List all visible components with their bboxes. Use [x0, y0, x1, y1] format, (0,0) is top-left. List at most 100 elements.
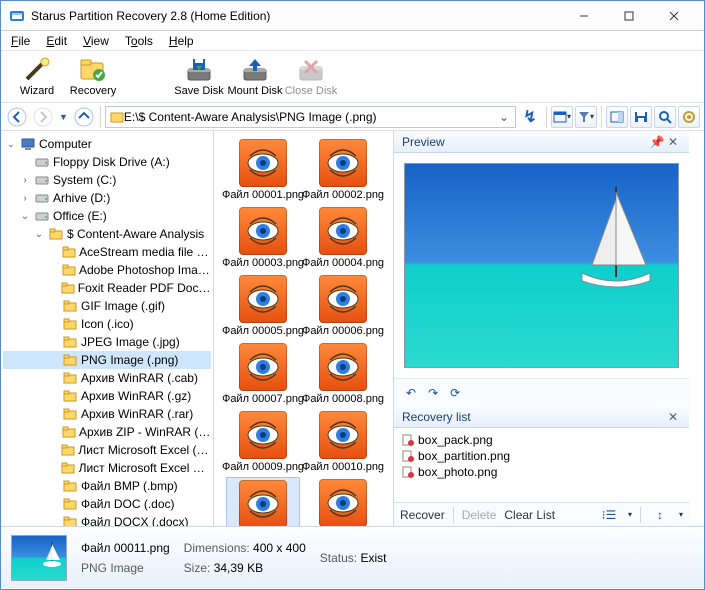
- recovery-list-items[interactable]: box_pack.pngbox_partition.pngbox_photo.p…: [394, 428, 689, 502]
- menu-file[interactable]: File: [5, 32, 36, 50]
- tree-item[interactable]: Архив WinRAR (.rar): [3, 405, 211, 423]
- mount-disk-button[interactable]: Mount Disk: [227, 53, 283, 101]
- address-input[interactable]: [124, 110, 497, 124]
- reset-icon[interactable]: ⟳: [450, 386, 460, 400]
- maximize-button[interactable]: [606, 2, 651, 30]
- refresh-button[interactable]: ↯: [518, 106, 542, 128]
- tree-label: Файл BMP (.bmp): [81, 479, 178, 493]
- panel-toggle-1[interactable]: [606, 106, 628, 128]
- save-disk-button[interactable]: Save Disk: [171, 53, 227, 101]
- tree-item[interactable]: Архив WinRAR (.cab): [3, 369, 211, 387]
- save-button[interactable]: [630, 106, 652, 128]
- folder-icon: [62, 479, 78, 493]
- chevron-down-icon[interactable]: ⌄: [497, 110, 511, 124]
- file-item[interactable]: Файл 00005.png: [226, 273, 300, 339]
- tree-label: Adobe Photoshop Image.1: [79, 263, 211, 277]
- pin-icon[interactable]: 📌: [649, 135, 665, 149]
- wizard-button[interactable]: Wizard: [9, 53, 65, 101]
- recovery-list-title: Recovery list: [402, 410, 471, 424]
- rotate-right-icon[interactable]: ↷: [428, 386, 438, 400]
- recovery-item[interactable]: box_partition.png: [402, 448, 681, 464]
- file-item[interactable]: Файл 00010.png: [306, 409, 380, 475]
- clear-list-button[interactable]: Clear List: [504, 508, 555, 522]
- tree-label: JPEG Image (.jpg): [81, 335, 180, 349]
- rotate-left-icon[interactable]: ↶: [406, 386, 416, 400]
- tree-item[interactable]: ›System (C:): [3, 171, 211, 189]
- recovery-button[interactable]: Recovery: [65, 53, 121, 101]
- menu-tools[interactable]: Tools: [119, 32, 159, 50]
- tree-item[interactable]: Архив WinRAR (.gz): [3, 387, 211, 405]
- tree-label: AceStream media file (.mp: [79, 245, 211, 259]
- file-item[interactable]: Файл 00007.png: [226, 341, 300, 407]
- filter-button[interactable]: ▾: [575, 106, 597, 128]
- file-item[interactable]: Файл 00003.png: [226, 205, 300, 271]
- tree-item[interactable]: Icon (.ico): [3, 315, 211, 333]
- file-icon: [402, 434, 414, 446]
- tree-item[interactable]: GIF Image (.gif): [3, 297, 211, 315]
- folder-icon: [110, 110, 124, 124]
- view-mode-button[interactable]: ▾: [551, 106, 573, 128]
- address-bar[interactable]: ⌄: [105, 106, 516, 128]
- recovery-item-label: box_photo.png: [418, 465, 497, 479]
- menu-edit[interactable]: Edit: [40, 32, 73, 50]
- tree-item[interactable]: Лист Microsoft Excel 97-20: [3, 459, 211, 477]
- file-label: Файл 00005.png: [222, 325, 304, 337]
- recover-button[interactable]: Recover: [400, 508, 445, 522]
- tree-item[interactable]: PNG Image (.png): [3, 351, 211, 369]
- search-button[interactable]: [654, 106, 676, 128]
- tree-item[interactable]: Foxit Reader PDF Documen: [3, 279, 211, 297]
- tree-item[interactable]: AceStream media file (.mp: [3, 243, 211, 261]
- tree-item[interactable]: ⌄$ Content-Aware Analysis: [3, 225, 211, 243]
- tree-item[interactable]: ⌄Computer: [3, 135, 211, 153]
- tree-item[interactable]: JPEG Image (.jpg): [3, 333, 211, 351]
- file-thumbnail: [319, 139, 367, 187]
- tree-item[interactable]: Файл DOCX (.docx): [3, 513, 211, 526]
- tree-label: Архив ZIP - WinRAR (.zip): [79, 425, 211, 439]
- sort-icon[interactable]: ↕: [649, 506, 671, 524]
- tree-toggle-icon[interactable]: ›: [19, 193, 31, 204]
- list-view-icon[interactable]: ⁝☰: [598, 506, 620, 524]
- nav-history-dropdown-icon[interactable]: ▼: [57, 112, 70, 122]
- tree-toggle-icon[interactable]: ⌄: [5, 139, 17, 150]
- file-item[interactable]: Файл 00002.png: [306, 137, 380, 203]
- nav-forward-button[interactable]: [31, 106, 55, 128]
- tree-toggle-icon[interactable]: ⌄: [19, 211, 31, 222]
- status-thumbnail: [11, 535, 67, 581]
- file-item[interactable]: Файл 00012.png: [306, 477, 380, 526]
- tree-toggle-icon[interactable]: ›: [19, 175, 31, 186]
- menu-bar: File Edit View Tools Help: [1, 31, 704, 51]
- close-icon[interactable]: ✕: [665, 410, 681, 424]
- minimize-button[interactable]: [561, 2, 606, 30]
- nav-back-button[interactable]: [5, 106, 29, 128]
- recovery-item-label: box_pack.png: [418, 433, 493, 447]
- tree-item[interactable]: Adobe Photoshop Image.1: [3, 261, 211, 279]
- file-item[interactable]: Файл 00008.png: [306, 341, 380, 407]
- settings-button[interactable]: [678, 106, 700, 128]
- file-label: Файл 00010.png: [302, 461, 384, 473]
- tree-item[interactable]: Файл BMP (.bmp): [3, 477, 211, 495]
- folder-icon: [61, 263, 76, 277]
- tree-item[interactable]: Floppy Disk Drive (A:): [3, 153, 211, 171]
- menu-help[interactable]: Help: [163, 32, 200, 50]
- file-item[interactable]: Файл 00001.png: [226, 137, 300, 203]
- close-icon[interactable]: ✕: [665, 135, 681, 149]
- recovery-item[interactable]: box_pack.png: [402, 432, 681, 448]
- file-item[interactable]: Файл 00006.png: [306, 273, 380, 339]
- tree-label: Архив WinRAR (.rar): [81, 407, 193, 421]
- menu-view[interactable]: View: [77, 32, 115, 50]
- file-item[interactable]: Файл 00004.png: [306, 205, 380, 271]
- recovery-item[interactable]: box_photo.png: [402, 464, 681, 480]
- close-button[interactable]: [651, 2, 696, 30]
- folder-icon: [62, 317, 78, 331]
- file-item[interactable]: Файл 00011.png: [226, 477, 300, 526]
- tree-item[interactable]: Файл DOC (.doc): [3, 495, 211, 513]
- tree-item[interactable]: ⌄Office (E:): [3, 207, 211, 225]
- tree-toggle-icon[interactable]: ⌄: [33, 229, 45, 240]
- tree-item[interactable]: ›Arhive (D:): [3, 189, 211, 207]
- file-list[interactable]: Файл 00001.pngФайл 00002.pngФайл 00003.p…: [214, 131, 394, 526]
- folder-tree[interactable]: ⌄ComputerFloppy Disk Drive (A:)›System (…: [1, 131, 214, 526]
- tree-item[interactable]: Лист Microsoft Excel (.xlsx): [3, 441, 211, 459]
- file-item[interactable]: Файл 00009.png: [226, 409, 300, 475]
- tree-item[interactable]: Архив ZIP - WinRAR (.zip): [3, 423, 211, 441]
- nav-up-button[interactable]: [72, 106, 96, 128]
